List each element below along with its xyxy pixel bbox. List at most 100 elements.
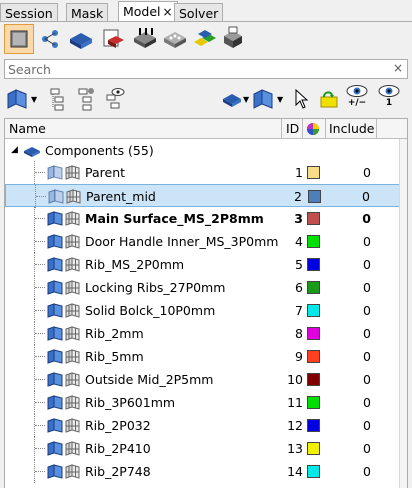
component-color-swatch[interactable] [307,465,320,478]
component-name: Rib_2mm [85,326,144,341]
component-color-swatch[interactable] [307,166,320,179]
component-display-icon[interactable] [47,280,63,298]
component-mesh-icon[interactable] [65,257,80,275]
table-row[interactable]: Rib_MS_2P0mm 5 0 [5,253,407,276]
table-row[interactable]: Solid Bolck_10P0mm 7 0 [5,299,407,322]
component-display-icon[interactable] [48,189,64,207]
component-mesh-icon[interactable] [65,326,80,344]
component-button[interactable] [66,24,96,54]
table-row[interactable]: Parent_mid 2 0 [5,184,407,208]
tab-mask[interactable]: Mask [66,3,109,22]
component-color-swatch[interactable] [307,442,320,455]
table-row[interactable]: Rib_3P601mm 11 0 [5,391,407,414]
component-view-button[interactable] [4,24,34,54]
property-button[interactable] [160,24,190,54]
component-mesh-icon[interactable] [65,418,80,436]
assembly-button[interactable] [98,24,128,54]
column-header-include[interactable]: Include [329,119,375,139]
component-include: 0 [363,303,371,318]
component-mesh-icon[interactable] [65,303,80,321]
component-mesh-icon[interactable] [65,280,80,298]
component-mesh-icon[interactable] [65,165,80,183]
expand-tree-icon [50,88,64,111]
component-color-swatch[interactable] [307,281,320,294]
component-id: 5 [295,257,303,272]
component-display-icon[interactable] [47,441,63,459]
component-display-icon[interactable] [47,418,63,436]
component-mesh-icon[interactable] [65,441,80,459]
tree-guide-line [35,471,45,472]
component-mesh-icon[interactable] [65,211,80,229]
component-display-icon[interactable] [47,257,63,275]
column-header-name[interactable]: Name [9,119,46,139]
show-hide-toggle-button[interactable]: +/− [346,84,368,110]
component-color-swatch[interactable] [307,350,320,363]
component-mesh-icon[interactable] [65,372,80,390]
component-display-icon[interactable] [47,349,63,367]
component-color-swatch[interactable] [307,258,320,271]
isolate-button[interactable] [318,86,340,112]
display-mode-dropdown[interactable]: ▼ [6,86,37,112]
tree-guide-line [36,196,46,197]
pointer-button[interactable] [294,86,308,112]
search-box: × [4,59,408,79]
component-color-swatch[interactable] [307,396,320,409]
expand-tree-button[interactable] [46,86,66,112]
panel-tab-bar: Session Mask Model × Solver [0,0,412,22]
component-color-swatch[interactable] [308,190,321,203]
table-row[interactable]: Parent 1 0 [5,161,407,184]
collapse-arrow-icon[interactable]: ◢ [11,145,18,155]
color-mode-dropdown[interactable]: ▼ [252,86,283,112]
collapse-tree-button[interactable] [76,86,96,112]
component-display-icon[interactable] [47,234,63,252]
connectivity-button[interactable] [36,24,66,54]
component-mesh-icon[interactable] [65,234,80,252]
shaded-mode-dropdown[interactable]: ▼ [222,86,249,112]
tab-session[interactable]: Session [0,3,58,22]
component-display-icon[interactable] [47,211,63,229]
component-group-row[interactable]: ◢ Components (55) [5,139,407,161]
component-display-icon[interactable] [47,464,63,482]
material-button[interactable] [190,24,220,54]
component-color-swatch[interactable] [307,373,320,386]
table-row[interactable]: Rib_5mm 9 0 [5,345,407,368]
close-icon[interactable]: × [163,5,173,19]
component-color-swatch[interactable] [307,419,320,432]
search-input[interactable] [5,60,385,78]
system-button[interactable] [218,24,248,54]
table-row[interactable]: Main Surface_MS_2P8mm 3 0 [5,207,407,230]
component-display-icon[interactable] [47,395,63,413]
component-display-icon[interactable] [47,303,63,321]
component-display-icon[interactable] [47,165,63,183]
table-row[interactable]: Rib_2P748 14 0 [5,460,407,483]
column-header-id[interactable]: ID [286,119,299,139]
table-row[interactable]: Rib_2mm 8 0 [5,322,407,345]
component-mesh-icon[interactable] [65,349,80,367]
component-color-swatch[interactable] [307,212,320,225]
component-mesh-icon[interactable] [65,464,80,482]
show-one-button[interactable]: 1 [378,84,400,110]
component-id: 14 [287,464,303,479]
component-mesh-icon[interactable] [66,189,81,207]
component-color-swatch[interactable] [307,235,320,248]
load-collector-button[interactable] [130,24,160,54]
table-row[interactable]: Door Handle Inner_MS_3P0mm 4 0 [5,230,407,253]
filter-tree-button[interactable] [104,86,126,112]
table-row[interactable]: Locking Ribs_27P0mm 6 0 [5,276,407,299]
component-color-swatch[interactable] [307,304,320,317]
table-row[interactable]: Rib_2P032 12 0 [5,414,407,437]
tree-guide-line [35,241,45,242]
component-include: 0 [363,372,371,387]
table-row[interactable]: Outside Mid_2P5mm 10 0 [5,368,407,391]
clear-search-icon[interactable]: × [393,61,403,75]
component-include: 0 [363,165,371,180]
tab-model[interactable]: Model × [118,1,178,22]
column-divider [281,119,282,139]
table-row[interactable]: Rib_2P410 13 0 [5,437,407,460]
vertical-scrollbar[interactable] [399,139,407,488]
component-display-icon[interactable] [47,326,63,344]
tab-solver[interactable]: Solver [174,3,224,22]
component-display-icon[interactable] [47,372,63,390]
component-color-swatch[interactable] [307,327,320,340]
component-mesh-icon[interactable] [65,395,80,413]
